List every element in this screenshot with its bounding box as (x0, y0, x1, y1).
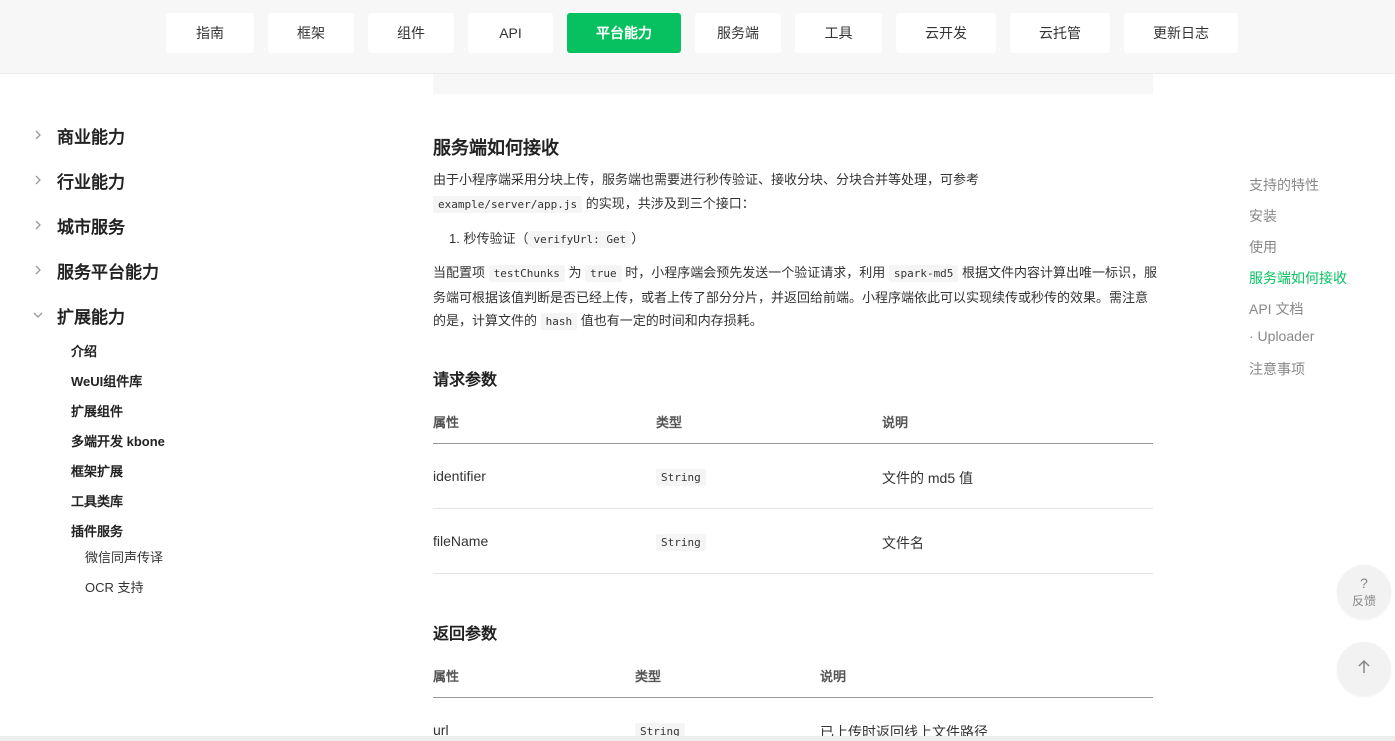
table-cell: String (656, 533, 706, 551)
sidebar-group-label: 行业能力 (57, 172, 125, 192)
table-row: fileName String 文件名 (433, 509, 1153, 574)
sidebar-group-label: 服务平台能力 (57, 262, 159, 282)
intro-text: 由于小程序端采用分块上传，服务端也需要进行秒传验证、接收分块、分块合并等处理，可… (433, 172, 980, 187)
inline-code: testChunks (488, 265, 565, 282)
sidebar-group-label: 扩展能力 (57, 307, 125, 327)
table-row: identifier String 文件的 md5 值 (433, 444, 1153, 509)
response-params-table: 属性 类型 说明 url String 已上传时返回线上文件路径 (433, 654, 1153, 741)
code-block (433, 74, 1153, 94)
toc-item-usage[interactable]: 使用 (1249, 237, 1277, 257)
table-header-cell: 说明 (882, 415, 909, 430)
table-cell: fileName (433, 533, 489, 549)
top-navigation: 指南 框架 组件 API 平台能力 服务端 工具 云开发 云托管 更新日志 (0, 0, 1395, 74)
toc-item-features[interactable]: 支持的特性 (1249, 175, 1319, 195)
section-title: 服务端如何接收 (433, 138, 559, 158)
tab-guide[interactable]: 指南 (166, 13, 254, 53)
table-header-cell: 类型 (656, 415, 683, 430)
toc-item-uploader[interactable]: · Uploader (1249, 328, 1314, 344)
tab-components[interactable]: 组件 (368, 13, 454, 53)
table-header: 属性 类型 说明 (433, 400, 1153, 444)
table-header-cell: 属性 (433, 669, 460, 684)
inline-code: verifyUrl: Get (528, 231, 632, 248)
sidebar-item-tool-libs[interactable]: 工具类库 (71, 491, 123, 510)
table-header-cell: 说明 (820, 669, 847, 684)
sidebar-item-kbone[interactable]: 多端开发 kbone (71, 431, 165, 450)
table-header: 属性 类型 说明 (433, 654, 1153, 698)
toc-item-api-docs[interactable]: API 文档 (1249, 299, 1303, 319)
inline-code: true (585, 265, 622, 282)
tab-tools[interactable]: 工具 (795, 13, 882, 53)
chevron-down-icon (32, 309, 44, 321)
para-text: 当配置项 (433, 265, 489, 280)
tab-api[interactable]: API (468, 13, 553, 53)
chevron-right-icon (32, 264, 44, 276)
sidebar-item-plugin-services[interactable]: 插件服务 (71, 521, 123, 540)
para-text: 时，小程序端会预先发送一个验证请求，利用 (621, 265, 889, 280)
tab-cloud-hosting[interactable]: 云托管 (1010, 13, 1110, 53)
inline-code: String (656, 534, 706, 551)
para-text: 值也有一定的时间和内存损耗。 (577, 313, 763, 328)
intro-text: 的实现，共涉及到三个接口： (582, 195, 755, 211)
sidebar-item-ext-components[interactable]: 扩展组件 (71, 401, 123, 420)
sidebar: 商业能力 行业能力 城市服务 服务平台能力 扩展能力 介绍 WeUI组件库 扩展… (0, 74, 336, 741)
table-row: url String 已上传时返回线上文件路径 (433, 698, 1153, 741)
back-to-top-button[interactable] (1337, 642, 1391, 696)
list-item: 1. 秒传验证（ verifyUrl: Get） (449, 228, 645, 248)
para-text: 为 (564, 265, 586, 280)
inline-code: spark-md5 (888, 265, 959, 282)
table-cell: String (656, 468, 706, 486)
nav-tabs: 指南 框架 组件 API 平台能力 服务端 工具 云开发 云托管 更新日志 (166, 13, 1252, 53)
sidebar-item-intro[interactable]: 介绍 (71, 341, 97, 360)
response-params-title: 返回参数 (433, 626, 498, 643)
table-cell: 文件的 md5 值 (882, 470, 974, 486)
tab-server[interactable]: 服务端 (695, 13, 781, 53)
feedback-button[interactable]: ? 反馈 (1337, 565, 1391, 619)
toc-item-notes[interactable]: 注意事项 (1249, 359, 1305, 379)
tab-platform-capabilities[interactable]: 平台能力 (567, 13, 681, 53)
intro-paragraph: 由于小程序端采用分块上传，服务端也需要进行秒传验证、接收分块、分块合并等处理，可… (433, 168, 1158, 216)
table-header-cell: 类型 (635, 669, 662, 684)
list-text: 1. 秒传验证（ (449, 231, 529, 246)
toc-item-server-receive[interactable]: 服务端如何接收 (1249, 268, 1347, 288)
chevron-right-icon (32, 219, 44, 231)
chevron-right-icon (32, 129, 44, 141)
table-cell: identifier (433, 468, 486, 484)
table-header-cell: 属性 (433, 415, 460, 430)
description-paragraph: 当配置项 testChunks 为 true 时，小程序端会预先发送一个验证请求… (433, 261, 1158, 334)
chevron-right-icon (32, 174, 44, 186)
table-cell: 文件名 (882, 535, 924, 551)
request-params-table: 属性 类型 说明 identifier String 文件的 md5 值 fil… (433, 400, 1153, 574)
feedback-label: 反馈 (1351, 593, 1376, 608)
tab-changelog[interactable]: 更新日志 (1124, 13, 1238, 53)
list-text: ） (631, 231, 645, 246)
sidebar-item-framework-ext[interactable]: 框架扩展 (71, 461, 123, 480)
sidebar-group-label: 商业能力 (57, 127, 125, 147)
sidebar-item-ocr[interactable]: OCR 支持 (85, 577, 144, 596)
sidebar-item-weui[interactable]: WeUI组件库 (71, 371, 142, 390)
main-content: 服务端如何接收 由于小程序端采用分块上传，服务端也需要进行秒传验证、接收分块、分… (336, 74, 1216, 741)
tab-framework[interactable]: 框架 (268, 13, 354, 53)
request-params-title: 请求参数 (433, 372, 498, 389)
sidebar-item-translation[interactable]: 微信同声传译 (85, 547, 163, 566)
inline-code: example/server/app.js (433, 195, 583, 213)
inline-code: String (656, 469, 706, 486)
inline-code: hash (540, 313, 578, 330)
sidebar-group-label: 城市服务 (57, 217, 125, 237)
arrow-up-icon (1355, 658, 1373, 681)
horizontal-scrollbar[interactable] (0, 736, 1395, 741)
toc-item-install[interactable]: 安装 (1249, 206, 1277, 226)
question-icon: ? (1360, 574, 1368, 591)
tab-cloud-dev[interactable]: 云开发 (896, 13, 996, 53)
